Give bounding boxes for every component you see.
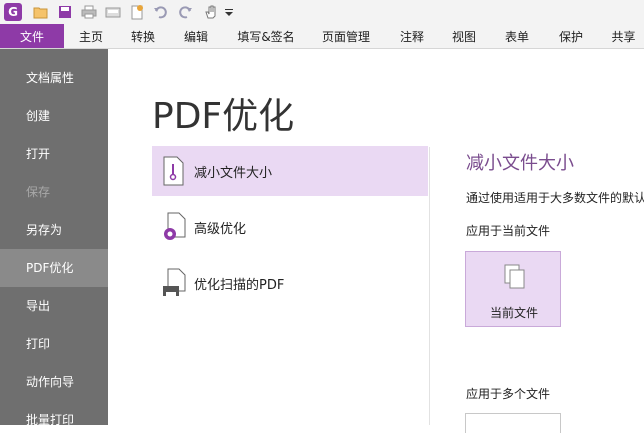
- detail-description: 通过使用适用于大多数文件的默认: [466, 191, 644, 205]
- apply-multiple-label: 应用于多个文件: [466, 387, 551, 401]
- tab-fill-sign[interactable]: 填写&签名: [232, 24, 300, 48]
- option-label: 优化扫描的PDF: [194, 277, 285, 293]
- tab-form[interactable]: 表单: [496, 24, 538, 48]
- nav-item-open[interactable]: 打开: [0, 135, 108, 173]
- print-icon[interactable]: [80, 3, 98, 21]
- save-icon[interactable]: [56, 3, 74, 21]
- tab-home[interactable]: 主页: [70, 24, 112, 48]
- tab-page-management[interactable]: 页面管理: [315, 24, 377, 48]
- tab-file[interactable]: 文件: [0, 24, 64, 48]
- undo-icon[interactable]: [152, 3, 170, 21]
- redo-icon[interactable]: [176, 3, 194, 21]
- tab-view[interactable]: 视图: [443, 24, 485, 48]
- nav-item-action-wizard[interactable]: 动作向导: [0, 363, 108, 401]
- nav-item-pdf-optimize[interactable]: PDF优化: [0, 249, 108, 287]
- tab-share[interactable]: 共享: [603, 24, 644, 48]
- nav-item-print[interactable]: 打印: [0, 325, 108, 363]
- backstage-nav: 文档属性 创建 打开 保存 另存为 PDF优化 导出 打印 动作向导 批量打印: [0, 49, 108, 427]
- quick-access-toolbar: G: [0, 0, 644, 24]
- page-title: PDF优化: [152, 96, 295, 137]
- apply-current-label: 应用于当前文件: [466, 224, 551, 238]
- option-label: 高级优化: [194, 221, 247, 237]
- option-reduce-file-size[interactable]: 减小文件大小: [152, 146, 428, 196]
- nav-item-save[interactable]: 保存: [0, 173, 108, 211]
- option-optimize-scanned[interactable]: 优化扫描的PDF: [152, 258, 428, 308]
- scan-icon[interactable]: [104, 3, 122, 21]
- advanced-optimize-icon: [162, 212, 186, 242]
- multiple-files-button[interactable]: [465, 413, 561, 433]
- current-file-button-label: 当前文件: [489, 306, 538, 320]
- documents-icon: [504, 264, 526, 290]
- option-label: 减小文件大小: [194, 165, 273, 181]
- tab-protect[interactable]: 保护: [550, 24, 592, 48]
- open-folder-icon[interactable]: [32, 3, 50, 21]
- hand-tool-icon[interactable]: [202, 3, 220, 21]
- nav-item-batch-print[interactable]: 批量打印: [0, 401, 108, 439]
- new-icon[interactable]: [128, 3, 146, 21]
- main-panel: PDF优化 减小文件大小 高级优化 优化扫描的PDF 减小文件大小 通过使用适用…: [108, 49, 644, 433]
- app-logo-icon[interactable]: G: [4, 3, 22, 21]
- reduce-size-icon: [162, 156, 186, 186]
- nav-item-properties[interactable]: 文档属性: [0, 59, 108, 97]
- option-advanced-optimize[interactable]: 高级优化: [152, 202, 428, 252]
- nav-item-create[interactable]: 创建: [0, 97, 108, 135]
- nav-item-save-as[interactable]: 另存为: [0, 211, 108, 249]
- tab-edit[interactable]: 编辑: [175, 24, 217, 48]
- optimize-scanned-icon: [162, 268, 186, 298]
- tab-comment[interactable]: 注释: [391, 24, 433, 48]
- tab-convert[interactable]: 转换: [122, 24, 164, 48]
- current-file-button[interactable]: 当前文件: [465, 251, 561, 327]
- detail-title: 减小文件大小: [466, 153, 574, 174]
- customize-dropdown-icon[interactable]: [224, 3, 234, 21]
- panel-divider: [429, 147, 430, 425]
- nav-item-export[interactable]: 导出: [0, 287, 108, 325]
- ribbon-tab-bar: 文件 主页 转换 编辑 填写&签名 页面管理 注释 视图 表单 保护 共享: [0, 24, 644, 49]
